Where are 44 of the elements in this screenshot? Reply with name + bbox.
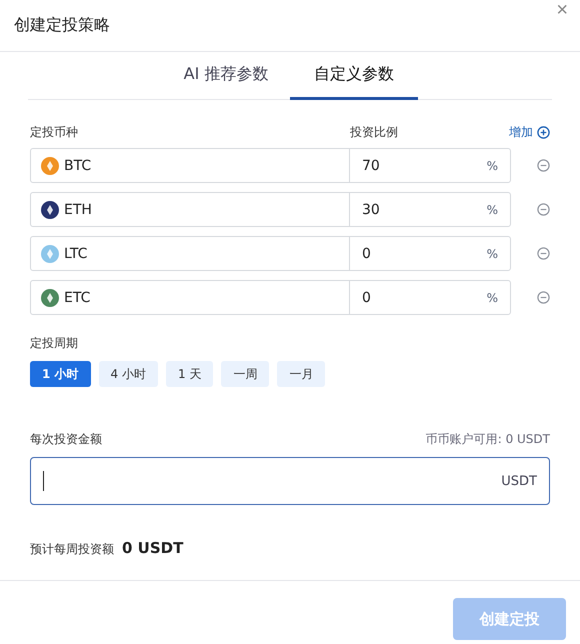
amount-label: 每次投资金额 (30, 431, 102, 448)
percent-unit: % (486, 290, 498, 304)
period-option[interactable]: 1 小时 (30, 361, 91, 387)
coin-ratio-field[interactable]: BTC 70 % (30, 148, 511, 183)
ratio-value: 0 (362, 290, 371, 306)
ratio-value: 70 (362, 158, 380, 174)
percent-unit: % (486, 202, 498, 216)
coin-symbol: LTC (64, 246, 88, 262)
amount-unit: USDT (501, 474, 537, 488)
remove-button[interactable] (537, 247, 550, 260)
percent-unit: % (486, 158, 498, 172)
coin-symbol: ETH (64, 202, 92, 218)
ratio-value: 30 (362, 202, 380, 218)
coin-symbol: ETC (64, 290, 90, 306)
minus-icon (537, 203, 550, 216)
period-option[interactable]: 4 小时 (98, 361, 158, 387)
amount-field[interactable]: USDT (30, 457, 550, 505)
minus-icon (537, 247, 550, 260)
close-button[interactable]: × (552, 0, 572, 20)
coin-ratio-field[interactable]: ETH 30 % (30, 192, 511, 227)
tab[interactable]: AI 推荐参数 (162, 52, 290, 100)
available-balance: 币币账户可用: 0 USDT (426, 431, 550, 448)
percent-unit: % (486, 246, 498, 260)
coin-ratio-field[interactable]: ETC 0 % (30, 280, 511, 315)
estimate-value: 0 USDT (122, 539, 184, 557)
estimate-label: 预计每周投资额 (30, 541, 114, 558)
column-label: 投资比例 (350, 124, 398, 140)
coin-symbol: BTC (64, 158, 92, 174)
minus-icon (537, 291, 550, 304)
minus-icon (537, 159, 550, 172)
remove-button[interactable] (537, 159, 550, 172)
coin-ratio-field[interactable]: LTC 0 % (30, 236, 511, 271)
period-label: 定投周期 (30, 336, 78, 350)
dialog-title: 创建定投策略 (14, 15, 110, 36)
remove-button[interactable] (537, 291, 550, 304)
ratio-value: 0 (362, 246, 371, 262)
period-option[interactable]: 一月 (277, 361, 326, 387)
tab[interactable]: 自定义参数 (290, 52, 418, 100)
remove-button[interactable] (537, 203, 550, 216)
column-label: 定投币种 (30, 124, 79, 140)
add-button[interactable]: 增加 (509, 124, 550, 140)
period-option[interactable]: 1 天 (166, 361, 214, 387)
period-option[interactable]: 一周 (221, 361, 270, 387)
plus-icon (537, 126, 550, 138)
